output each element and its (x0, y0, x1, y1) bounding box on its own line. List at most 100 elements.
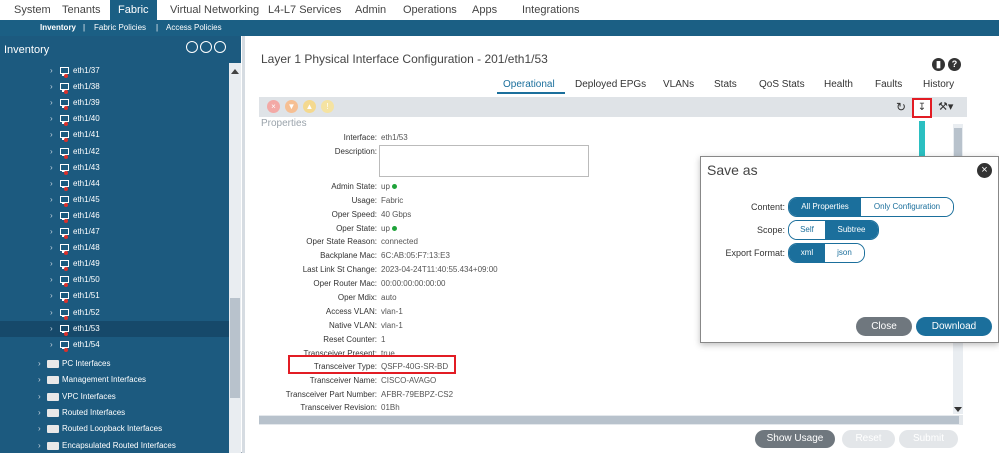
sidebar-item-eth1-52[interactable]: › eth1/52 (0, 305, 229, 321)
tab-admin[interactable]: Admin (355, 0, 386, 20)
tab-l4-l7-services[interactable]: L4-L7 Services (268, 0, 341, 20)
chevron-right-icon[interactable]: › (38, 421, 41, 437)
sidebar-item-eth1-42[interactable]: › eth1/42 (0, 144, 229, 160)
chevron-right-icon[interactable]: › (50, 95, 53, 111)
chevron-right-icon[interactable]: › (38, 389, 41, 405)
chevron-right-icon[interactable]: › (50, 208, 53, 224)
tab-stats[interactable]: Stats (714, 79, 737, 90)
tab-health[interactable]: Health (824, 79, 853, 90)
minor-fault-icon[interactable]: ▲ (303, 100, 316, 113)
content-only-configuration[interactable]: Only Configuration (861, 198, 953, 216)
chevron-right-icon[interactable]: › (50, 305, 53, 321)
sidebar-scrollbar[interactable] (229, 63, 241, 453)
chevron-right-icon[interactable]: › (50, 144, 53, 160)
horizontal-scroll-thumb[interactable] (259, 416, 959, 424)
tab-operations[interactable]: Operations (403, 0, 457, 20)
submit-button[interactable]: Submit (899, 430, 958, 448)
format-json[interactable]: json (825, 244, 864, 262)
chevron-right-icon[interactable]: › (50, 176, 53, 192)
scope-subtree[interactable]: Subtree (825, 221, 878, 239)
tab-virtual-networking[interactable]: Virtual Networking (170, 0, 259, 20)
tab-apps[interactable]: Apps (472, 0, 497, 20)
tab-history[interactable]: History (923, 79, 954, 90)
scroll-down-icon[interactable] (954, 407, 962, 412)
chevron-right-icon[interactable]: › (50, 127, 53, 143)
chevron-right-icon[interactable]: › (38, 356, 41, 372)
sidebar-item-eth1-51[interactable]: › eth1/51 (0, 288, 229, 304)
chevron-right-icon[interactable]: › (50, 337, 53, 353)
sidebar-item-eth1-47[interactable]: › eth1/47 (0, 224, 229, 240)
subnav-fabric-policies[interactable]: Fabric Policies (94, 20, 146, 36)
sidebar-item-eth1-49[interactable]: › eth1/49 (0, 256, 229, 272)
sidebar-folder-routed-interfaces[interactable]: › Routed Interfaces (0, 405, 229, 421)
sidebar-item-eth1-39[interactable]: › eth1/39 (0, 95, 229, 111)
chevron-right-icon[interactable]: › (50, 111, 53, 127)
critical-fault-icon[interactable]: × (267, 100, 280, 113)
refresh-icon[interactable]: ↻ (896, 100, 906, 114)
reset-button[interactable]: Reset (842, 430, 895, 448)
download-button[interactable]: ↧ (912, 98, 932, 118)
chevron-right-icon[interactable]: › (50, 272, 53, 288)
tab-integrations[interactable]: Integrations (522, 0, 579, 20)
refresh-icon[interactable] (214, 41, 226, 53)
format-xml[interactable]: xml (789, 244, 825, 262)
sidebar-item-eth1-48[interactable]: › eth1/48 (0, 240, 229, 256)
sidebar-folder-pc-interfaces[interactable]: › PC Interfaces (0, 356, 229, 372)
sidebar-item-eth1-38[interactable]: › eth1/38 (0, 79, 229, 95)
content-all-properties[interactable]: All Properties (789, 198, 861, 216)
collapse-icon[interactable] (186, 41, 198, 53)
sidebar-item-eth1-45[interactable]: › eth1/45 (0, 192, 229, 208)
tab-operational[interactable]: Operational (503, 79, 555, 90)
chevron-right-icon[interactable]: › (38, 372, 41, 388)
subnav-access-policies[interactable]: Access Policies (166, 20, 222, 36)
description-field[interactable] (379, 145, 589, 177)
tab-deployed-epgs[interactable]: Deployed EPGs (575, 79, 646, 90)
show-usage-button[interactable]: Show Usage (755, 430, 835, 448)
chevron-right-icon[interactable]: › (50, 288, 53, 304)
sidebar-item-eth1-43[interactable]: › eth1/43 (0, 160, 229, 176)
sidebar-item-eth1-53[interactable]: › eth1/53 (0, 320, 229, 337)
sidebar-item-eth1-54[interactable]: › eth1/54 (0, 337, 229, 353)
sidebar-folder-routed-loopback-interfaces[interactable]: › Routed Loopback Interfaces (0, 421, 229, 437)
download-dialog-button[interactable]: Download (916, 317, 992, 336)
sidebar-item-eth1-41[interactable]: › eth1/41 (0, 127, 229, 143)
list-icon[interactable] (200, 41, 212, 53)
warning-fault-icon[interactable]: ! (321, 100, 334, 113)
tab-faults[interactable]: Faults (875, 79, 902, 90)
tab-system[interactable]: System (14, 0, 51, 20)
sidebar-item-eth1-50[interactable]: › eth1/50 (0, 272, 229, 288)
sidebar-scroll-thumb[interactable] (230, 298, 240, 398)
chevron-right-icon[interactable]: › (50, 256, 53, 272)
bookmark-icon[interactable]: ▮ (932, 58, 945, 71)
sidebar-item-eth1-46[interactable]: › eth1/46 (0, 208, 229, 224)
tools-icon[interactable]: ⚒▾ (938, 100, 953, 113)
tab-vlans[interactable]: VLANs (663, 79, 694, 90)
chevron-right-icon[interactable]: › (38, 438, 41, 454)
chevron-right-icon[interactable]: › (50, 79, 53, 95)
chevron-right-icon[interactable]: › (38, 405, 41, 421)
chevron-right-icon[interactable]: › (50, 224, 53, 240)
scroll-up-icon[interactable] (231, 69, 239, 74)
close-button[interactable]: Close (856, 317, 912, 336)
scope-self[interactable]: Self (789, 221, 825, 239)
help-icon[interactable]: ? (948, 58, 961, 71)
sidebar-folder-encapsulated-routed-interfaces[interactable]: › Encapsulated Routed Interfaces (0, 438, 229, 454)
close-icon[interactable]: × (977, 163, 992, 178)
sidebar-folder-vpc-interfaces[interactable]: › VPC Interfaces (0, 389, 229, 405)
subnav-inventory[interactable]: Inventory (40, 20, 76, 36)
sidebar-folder-management-interfaces[interactable]: › Management Interfaces (0, 372, 229, 388)
chevron-right-icon[interactable]: › (50, 63, 53, 79)
major-fault-icon[interactable]: ▼ (285, 100, 298, 113)
tab-qos-stats[interactable]: QoS Stats (759, 79, 805, 90)
chevron-right-icon[interactable]: › (50, 160, 53, 176)
tab-tenants[interactable]: Tenants (62, 0, 101, 20)
chevron-right-icon[interactable]: › (50, 192, 53, 208)
sidebar-item-eth1-37[interactable]: › eth1/37 (0, 63, 229, 79)
chevron-right-icon[interactable]: › (50, 240, 53, 256)
chevron-right-icon[interactable]: › (50, 321, 53, 337)
property-value-text: auto (381, 293, 397, 302)
tab-fabric[interactable]: Fabric (110, 0, 157, 20)
sidebar-item-eth1-40[interactable]: › eth1/40 (0, 111, 229, 127)
horizontal-scrollbar[interactable] (259, 415, 963, 425)
sidebar-item-eth1-44[interactable]: › eth1/44 (0, 176, 229, 192)
